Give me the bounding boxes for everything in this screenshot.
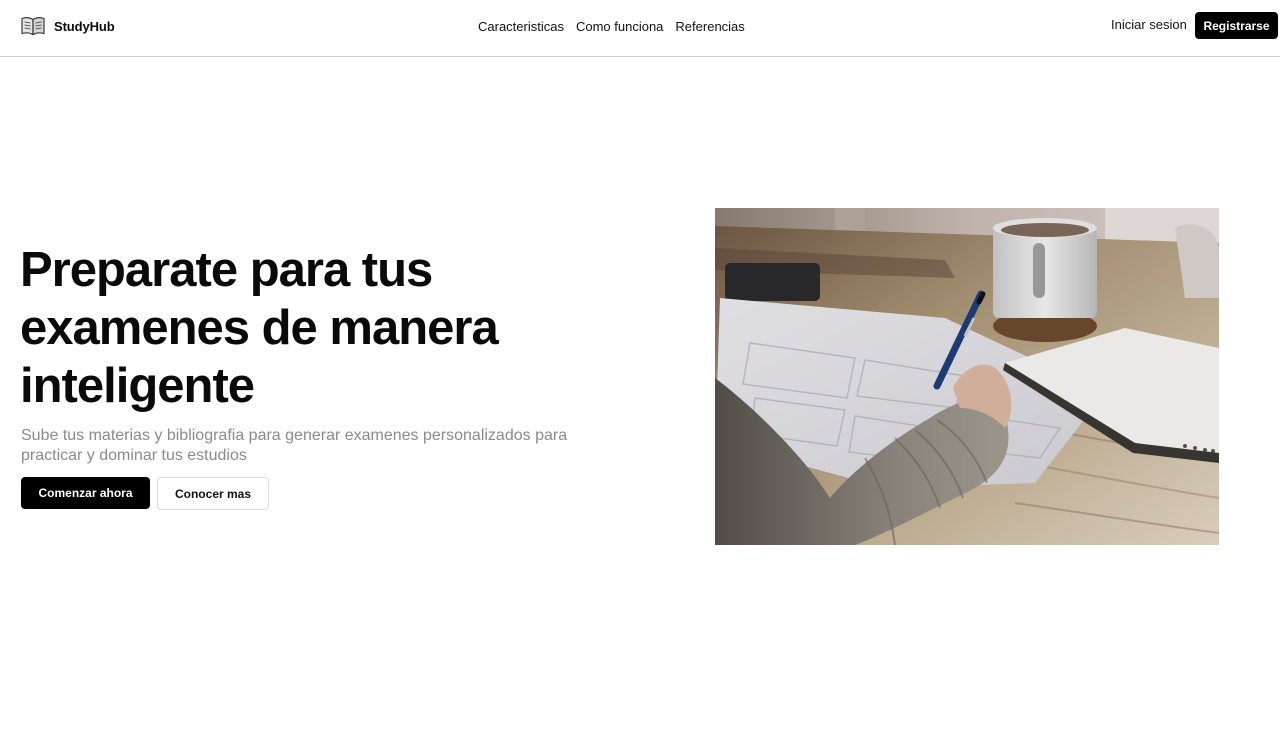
main-nav: Caracteristicas Como funciona Referencia… — [478, 17, 745, 35]
book-icon — [21, 17, 45, 36]
hero-image — [715, 208, 1219, 545]
hero-cta-group: Comenzar ahora Conocer mas — [21, 477, 269, 510]
hero-subtitle: Sube tus materias y bibliografia para ge… — [21, 427, 568, 464]
login-link[interactable]: Iniciar sesion — [1111, 17, 1187, 32]
top-navbar: StudyHub Caracteristicas Como funciona R… — [0, 0, 1280, 57]
nav-link-caracteristicas[interactable]: Caracteristicas — [478, 19, 564, 34]
brand-link[interactable]: StudyHub — [21, 15, 115, 37]
learn-more-button[interactable]: Conocer mas — [157, 477, 269, 510]
nav-link-como-funciona[interactable]: Como funciona — [576, 19, 663, 34]
register-button[interactable]: Registrarse — [1195, 12, 1278, 39]
nav-link-referencias[interactable]: Referencias — [675, 19, 744, 34]
get-started-button[interactable]: Comenzar ahora — [21, 477, 150, 509]
brand-name: StudyHub — [54, 18, 115, 34]
hero-title: Preparate para tus examenes de manera in… — [20, 243, 499, 413]
